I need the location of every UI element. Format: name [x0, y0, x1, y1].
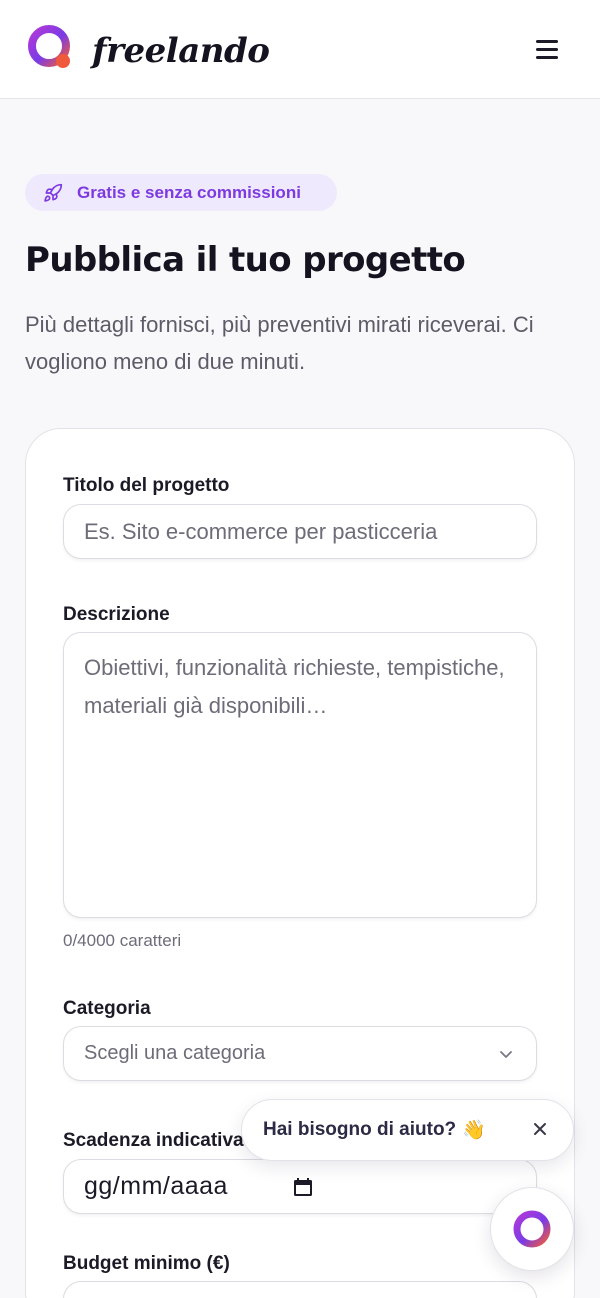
free-badge: Gratis e senza commissioni: [25, 174, 337, 211]
close-icon[interactable]: [529, 1118, 551, 1140]
category-selected-value: Scegli una categoria: [84, 1042, 266, 1064]
description-label: Descrizione: [63, 604, 170, 625]
help-text: Hai bisogno di aiuto?: [263, 1119, 457, 1140]
description-textarea[interactable]: Obiettivi, funzionalità richieste, tempi…: [63, 632, 537, 918]
category-select[interactable]: Scegli una categoria: [63, 1026, 537, 1081]
freelando-logo-icon: [513, 1210, 551, 1248]
badge-label: Gratis e senza commissioni: [77, 182, 301, 202]
budget-min-label: Budget minimo (€): [63, 1253, 230, 1274]
character-counter: 0/4000 caratteri: [63, 931, 182, 950]
category-label: Categoria: [63, 998, 151, 1019]
budget-min-input[interactable]: [63, 1281, 537, 1298]
chevron-down-icon: [500, 1051, 512, 1058]
help-launcher-button[interactable]: [490, 1187, 574, 1271]
page-subtitle: Più dettagli fornisci, più preventivi mi…: [25, 312, 534, 374]
top-header: freelando: [0, 0, 600, 99]
hamburger-menu-icon[interactable]: [530, 34, 564, 64]
page-title: Pubblica il tuo progetto: [25, 240, 466, 280]
rocket-icon: [44, 183, 63, 202]
deadline-label: Scadenza indicativa: [63, 1130, 244, 1151]
waving-hand-emoji: 👋: [462, 1120, 486, 1141]
calendar-icon[interactable]: [291, 1175, 315, 1199]
freelando-logo-icon[interactable]: [27, 24, 75, 72]
title-input[interactable]: Es. Sito e-commerce per pasticceria: [63, 504, 537, 559]
brand-wordmark[interactable]: freelando: [92, 26, 270, 76]
deadline-date-input[interactable]: gg/mm/aaaa: [63, 1159, 537, 1214]
date-format-text: gg/mm/aaaa: [84, 1172, 228, 1200]
help-toast[interactable]: Hai bisogno di aiuto? 👋: [241, 1099, 574, 1161]
title-label: Titolo del progetto: [63, 475, 230, 496]
